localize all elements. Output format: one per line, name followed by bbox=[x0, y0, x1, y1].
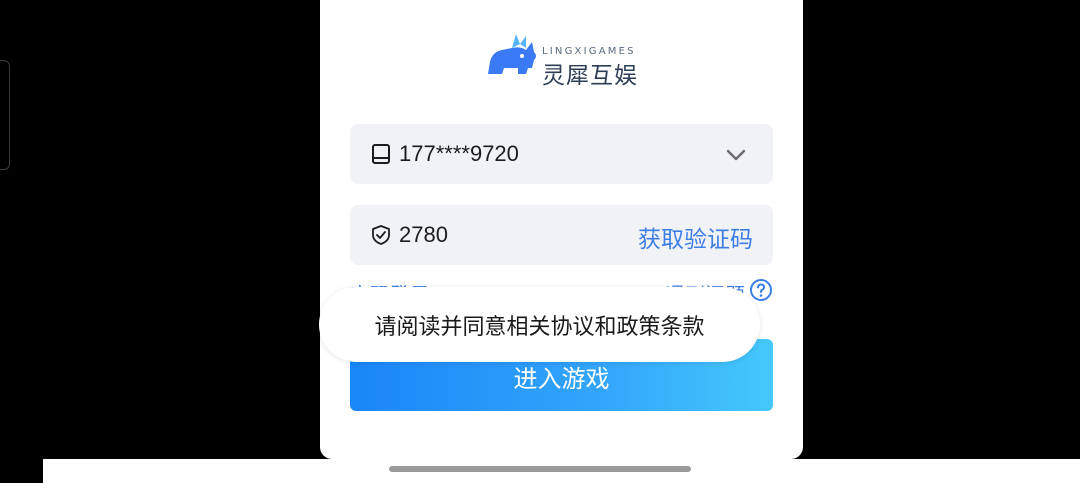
edge-swipe-handle bbox=[0, 60, 10, 170]
shield-check-icon bbox=[372, 225, 390, 245]
agreement-toast: 请阅读并同意相关协议和政策条款 bbox=[319, 287, 760, 362]
phone-account-selector[interactable]: 177****9720 bbox=[350, 124, 773, 184]
verification-code-field[interactable]: 2780 获取验证码 bbox=[350, 205, 773, 265]
chevron-down-icon[interactable] bbox=[725, 144, 747, 166]
lingxi-logo: LINGXIGAMES 灵犀互娱 bbox=[482, 28, 642, 89]
verification-code-value: 2780 bbox=[399, 222, 448, 247]
get-code-button[interactable]: 获取验证码 bbox=[638, 220, 753, 254]
home-indicator[interactable] bbox=[389, 466, 691, 472]
question-circle-icon[interactable] bbox=[749, 278, 773, 302]
rhino-logo-icon bbox=[488, 34, 536, 74]
enter-game-label: 进入游戏 bbox=[513, 364, 610, 393]
login-dialog: LINGXIGAMES 灵犀互娱 177****9720 2780 获取验证码 … bbox=[320, 0, 803, 459]
phone-number-value: 177****9720 bbox=[399, 141, 519, 166]
toast-message: 请阅读并同意相关协议和政策条款 bbox=[374, 314, 705, 340]
tablet-icon bbox=[372, 144, 390, 164]
logo-chinese-text: 灵犀互娱 bbox=[542, 63, 638, 89]
